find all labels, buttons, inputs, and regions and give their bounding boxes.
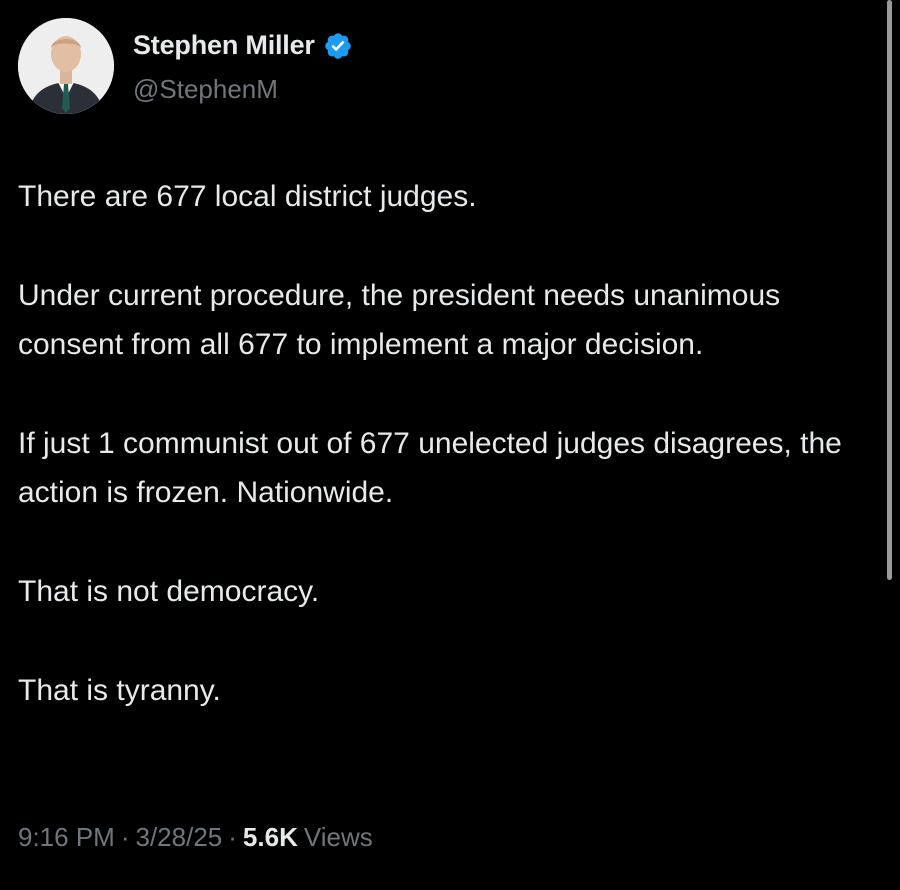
author-name-row: Stephen Miller [133, 30, 353, 61]
views-label: Views [303, 822, 373, 852]
author-handle[interactable]: @StephenM [133, 74, 278, 105]
avatar[interactable] [18, 18, 114, 114]
tweet-paragraph: Under current procedure, the president n… [18, 279, 781, 361]
tweet-meta: 9:16 PM · 3/28/25 · 5.6K Views [18, 822, 373, 853]
tweet-paragraph: That is not democracy. [18, 575, 320, 608]
scrollbar[interactable] [887, 0, 892, 580]
tweet-text: There are 677 local district judges. Und… [18, 172, 878, 715]
meta-separator: · [120, 822, 130, 852]
tweet-paragraph: There are 677 local district judges. [18, 180, 477, 213]
avatar-image [18, 18, 114, 114]
views-count[interactable]: 5.6K [243, 822, 298, 853]
author-display-name[interactable]: Stephen Miller [133, 30, 315, 61]
tweet-paragraph: If just 1 communist out of 677 unelected… [18, 427, 842, 509]
tweet-date[interactable]: 3/28/25 [136, 822, 223, 853]
tweet: Stephen Miller @StephenM There are 677 l… [0, 0, 900, 890]
tweet-time[interactable]: 9:16 PM [18, 822, 115, 853]
verified-badge-icon [323, 31, 353, 61]
tweet-paragraph: That is tyranny. [18, 674, 221, 707]
meta-separator: · [228, 822, 237, 852]
